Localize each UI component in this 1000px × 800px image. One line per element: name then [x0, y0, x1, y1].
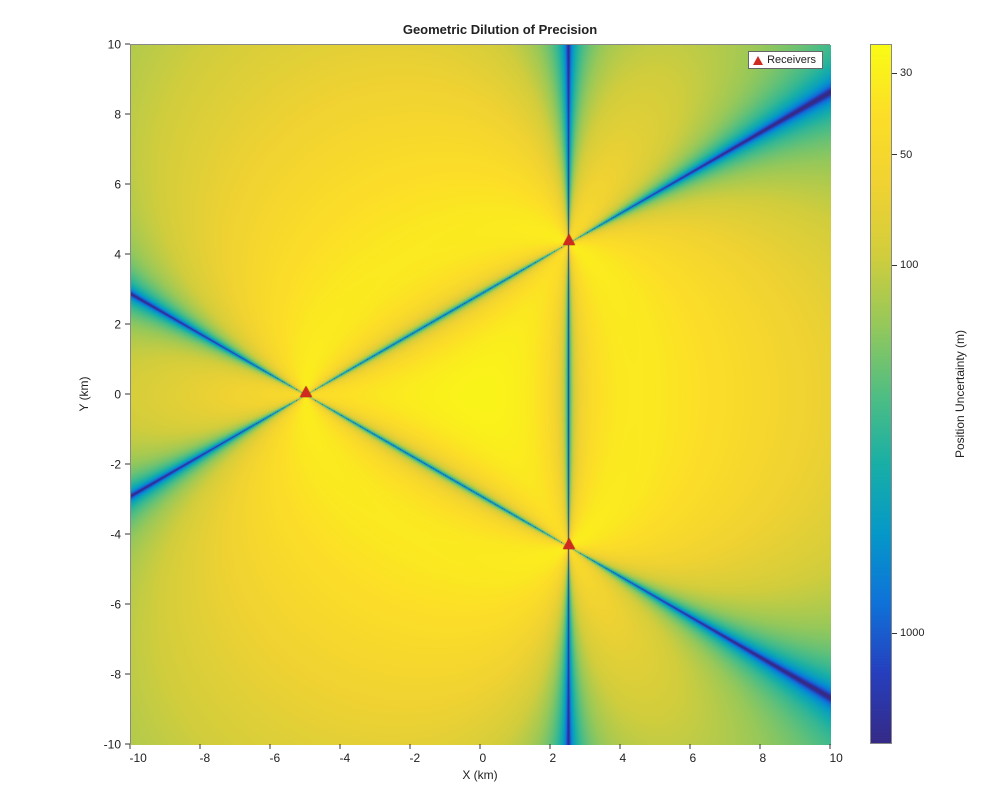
colorbar-tick: 50 [892, 149, 912, 161]
x-tick: 8 [760, 744, 761, 765]
chart-title: Geometric Dilution of Precision [0, 22, 1000, 37]
y-tick: -10 [90, 744, 130, 745]
colorbar-tick: 100 [892, 259, 918, 271]
colorbar-canvas [871, 45, 891, 743]
heatmap-axes: Receivers [130, 44, 830, 744]
y-tick: 10 [90, 44, 130, 45]
y-tick: 4 [90, 254, 130, 255]
receiver-marker [300, 386, 312, 397]
y-tick: -8 [90, 674, 130, 675]
legend: Receivers [748, 51, 823, 69]
x-tick: 6 [690, 744, 691, 765]
x-tick: -6 [270, 744, 271, 765]
x-tick: -8 [200, 744, 201, 765]
x-tick: 0 [480, 744, 481, 765]
figure: Geometric Dilution of Precision Receiver… [0, 0, 1000, 800]
colorbar-label: Position Uncertainty (m) [950, 44, 970, 744]
x-tick: 2 [550, 744, 551, 765]
receiver-marker [563, 538, 575, 549]
y-tick: -2 [90, 464, 130, 465]
y-tick: -6 [90, 604, 130, 605]
x-tick: -2 [410, 744, 411, 765]
y-tick: 6 [90, 184, 130, 185]
x-tick: -10 [130, 744, 131, 765]
receiver-marker [563, 234, 575, 245]
legend-label: Receivers [767, 54, 816, 66]
y-tick: 0 [90, 394, 130, 395]
y-tick: -4 [90, 534, 130, 535]
colorbar [870, 44, 892, 744]
x-axis-label: X (km) [130, 768, 830, 782]
x-tick: 4 [620, 744, 621, 765]
y-tick: 8 [90, 114, 130, 115]
colorbar-tick: 30 [892, 67, 912, 79]
y-tick: 2 [90, 324, 130, 325]
colorbar-tick: 1000 [892, 627, 924, 639]
heatmap-canvas [131, 45, 831, 745]
triangle-up-icon [753, 56, 763, 65]
x-tick: -4 [340, 744, 341, 765]
x-tick: 10 [830, 744, 831, 765]
